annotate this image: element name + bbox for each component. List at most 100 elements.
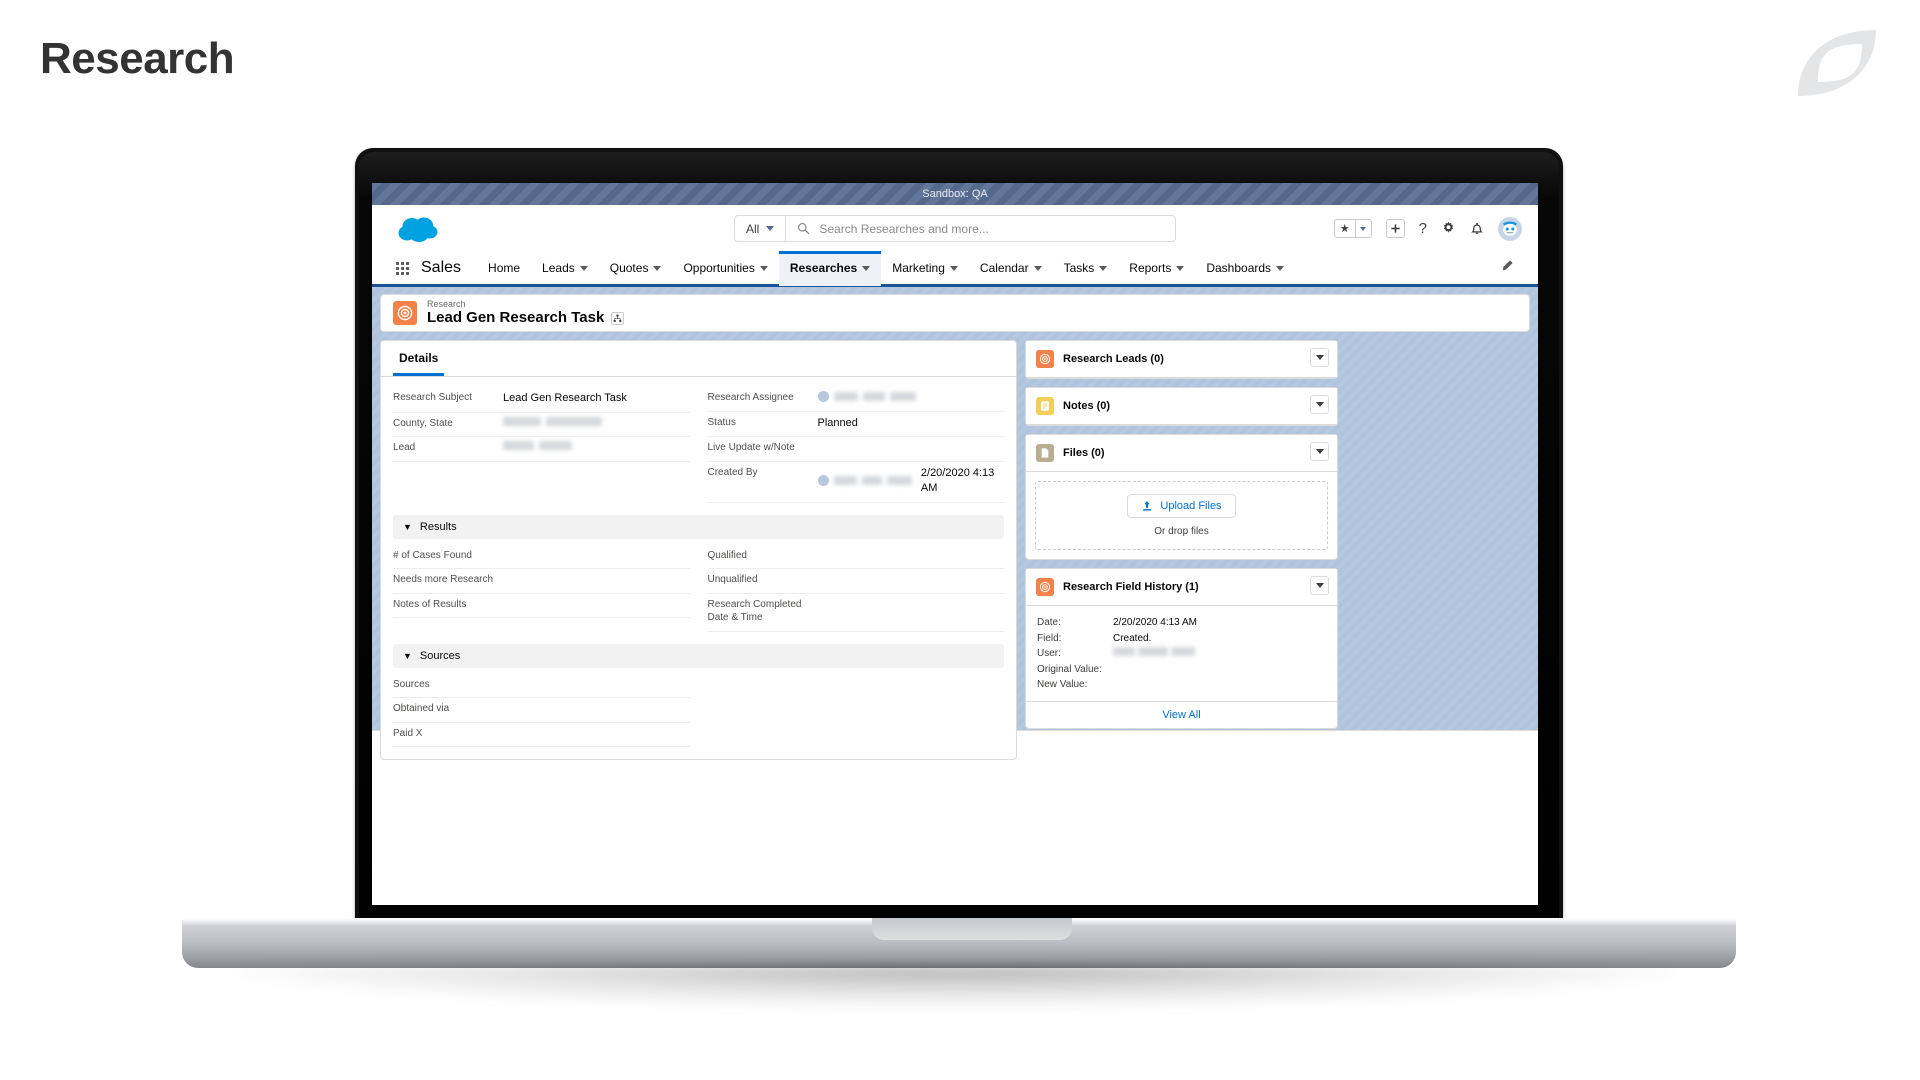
upload-files-button[interactable]: Upload Files xyxy=(1127,494,1236,518)
field-history-key: Field: xyxy=(1037,632,1062,644)
screen-content: Sandbox: QA All Search Researches and mo… xyxy=(372,183,1538,905)
app-name-label[interactable]: Sales xyxy=(421,259,461,277)
laptop-mockup: Sandbox: QA All Search Researches and mo… xyxy=(182,148,1736,1008)
pencil-icon xyxy=(1502,259,1513,270)
field-row: Qualified xyxy=(707,545,1004,570)
help-button[interactable]: ? xyxy=(1419,220,1427,237)
field-label: Unqualified xyxy=(707,574,758,586)
related-list-header[interactable]: Research Field History (1) xyxy=(1026,569,1337,606)
nav-item-leads[interactable]: Leads xyxy=(531,251,599,286)
global-search[interactable]: All Search Researches and more... xyxy=(734,215,1176,242)
nav-item-dashboards[interactable]: Dashboards xyxy=(1195,251,1295,286)
chevron-down-icon[interactable] xyxy=(949,265,958,271)
favorites-button[interactable]: ★ xyxy=(1333,219,1372,238)
related-list-menu-button[interactable] xyxy=(1310,576,1329,595)
avatar[interactable] xyxy=(1498,216,1522,241)
nav-item-opportunities[interactable]: Opportunities xyxy=(672,251,778,286)
chevron-down-icon[interactable] xyxy=(862,265,871,271)
field-label: Status xyxy=(707,416,736,428)
field-value[interactable] xyxy=(503,416,602,426)
related-list-card: Research Field History (1) Date: 2/20/2020… xyxy=(1025,568,1338,729)
related-list-menu-button[interactable] xyxy=(1310,348,1329,367)
share-hierarchy-icon[interactable] xyxy=(611,311,625,325)
field-history-row: Date: 2/20/2020 4:13 AM xyxy=(1037,615,1326,631)
search-input[interactable]: Search Researches and more... xyxy=(786,216,1175,241)
field-value[interactable] xyxy=(503,441,572,451)
nav-item-home[interactable]: Home xyxy=(477,251,531,286)
field-history-value: 2/20/2020 4:13 AM xyxy=(1113,617,1197,628)
related-list-menu-button[interactable] xyxy=(1310,395,1329,414)
chevron-down-icon xyxy=(1315,583,1324,588)
related-list-title: Files (0) xyxy=(1063,447,1105,459)
redacted-value xyxy=(503,441,534,451)
tab-details[interactable]: Details xyxy=(393,341,445,376)
sandbox-banner: Sandbox: QA xyxy=(372,183,1538,205)
field-label: Research Completed Date & Time xyxy=(707,598,802,624)
nav-item-quotes[interactable]: Quotes xyxy=(599,251,673,286)
field-value[interactable]: Planned xyxy=(818,416,858,431)
section-header-sources[interactable]: ▼ Sources xyxy=(393,643,1004,668)
chevron-down-icon[interactable] xyxy=(1033,265,1042,271)
related-list-header[interactable]: Research Leads (0) xyxy=(1026,341,1337,378)
view-all-link[interactable]: View All xyxy=(1026,700,1337,728)
chevron-down-icon xyxy=(1360,226,1367,231)
target-icon xyxy=(393,301,417,325)
chevron-down-icon[interactable]: ▼ xyxy=(403,651,412,661)
page-title: Research xyxy=(40,34,235,83)
record-columns: Details Research Subject Lead Gen Researc… xyxy=(380,340,1530,761)
field-value-text: Lead Gen Research Task xyxy=(503,392,627,404)
related-list-card: Notes (0) xyxy=(1025,387,1338,426)
chevron-down-icon[interactable] xyxy=(1176,265,1185,271)
related-list-card: Research Leads (0) xyxy=(1025,340,1338,379)
field-value[interactable] xyxy=(817,391,916,402)
nav-item-label: Opportunities xyxy=(683,261,755,275)
nav-item-calendar[interactable]: Calendar xyxy=(969,251,1053,286)
chevron-down-icon[interactable] xyxy=(1276,265,1285,271)
related-list-menu-button[interactable] xyxy=(1310,442,1329,461)
field-value[interactable]: Lead Gen Research Task xyxy=(503,391,627,406)
favorites-menu-button[interactable] xyxy=(1356,220,1371,237)
field-row: Created By 2/20/2020 4:13 AM xyxy=(707,462,1005,503)
search-scope-select[interactable]: All xyxy=(735,216,787,241)
field-value[interactable]: 2/20/2020 4:13 AM xyxy=(817,466,1005,496)
redacted-value xyxy=(503,416,541,426)
nav-item-researches[interactable]: Researches xyxy=(778,250,882,286)
related-list-header[interactable]: Notes (0) xyxy=(1026,388,1337,425)
global-actions-button[interactable] xyxy=(1385,219,1405,238)
app-launcher-icon[interactable] xyxy=(396,261,409,275)
target-icon xyxy=(1036,350,1054,368)
chevron-down-icon[interactable]: ▼ xyxy=(403,522,412,532)
chevron-down-icon[interactable] xyxy=(759,265,768,271)
upload-icon xyxy=(1143,501,1152,511)
nav-item-tasks[interactable]: Tasks xyxy=(1053,251,1119,286)
record-title: Lead Gen Research Task xyxy=(427,309,625,327)
chevron-down-icon[interactable] xyxy=(579,265,588,271)
notifications-button[interactable] xyxy=(1470,221,1484,236)
setup-button[interactable] xyxy=(1441,221,1456,236)
field-row: Lead xyxy=(393,437,690,462)
field-row: Status Planned xyxy=(707,412,1004,438)
field-label: Paid X xyxy=(393,727,423,739)
details-panel: Details Research Subject Lead Gen Researc… xyxy=(380,340,1017,761)
nav-item-label: Quotes xyxy=(609,261,649,275)
field-label: Sources xyxy=(393,678,430,690)
field-label: Lead xyxy=(393,442,416,454)
field-history-value: Created. xyxy=(1113,632,1152,644)
field-label: # of Cases Found xyxy=(393,549,472,561)
detail-sections: ▼ Results # of Cases Found Needs more Resea… xyxy=(393,514,1004,748)
drop-files-hint: Or drop files xyxy=(1154,526,1209,537)
field-row: # of Cases Found xyxy=(393,545,690,570)
section-title: Results xyxy=(419,520,457,533)
nav-item-reports[interactable]: Reports xyxy=(1118,251,1195,286)
chevron-down-icon[interactable] xyxy=(653,265,662,271)
related-list-header[interactable]: Files (0) xyxy=(1026,435,1337,472)
field-label: Obtained via xyxy=(393,703,450,715)
file-dropzone[interactable]: Upload Files Or drop files xyxy=(1035,481,1328,550)
nav-item-marketing[interactable]: Marketing xyxy=(881,251,969,286)
salesforce-cloud-logo-icon[interactable] xyxy=(396,214,442,244)
bell-icon xyxy=(1471,222,1483,235)
section-header-results[interactable]: ▼ Results xyxy=(393,514,1004,539)
chevron-down-icon xyxy=(1315,355,1324,360)
edit-navigation-button[interactable] xyxy=(1500,259,1514,278)
chevron-down-icon[interactable] xyxy=(1099,265,1108,271)
